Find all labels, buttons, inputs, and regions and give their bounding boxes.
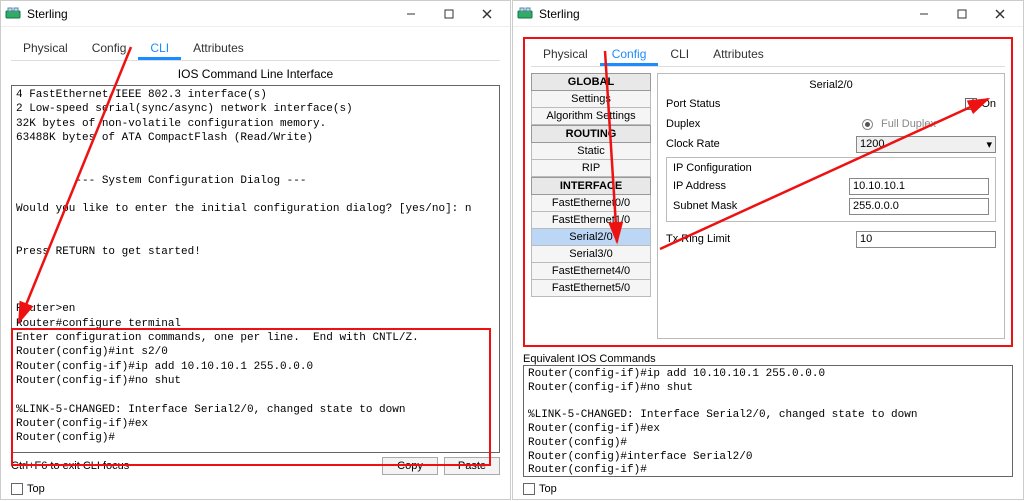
window-controls — [392, 2, 506, 26]
tab-config[interactable]: Config — [80, 37, 139, 60]
copy-button[interactable]: Copy — [382, 457, 438, 475]
tab-config[interactable]: Config — [600, 43, 659, 66]
app-icon — [517, 6, 533, 22]
sidebar-item-settings[interactable]: Settings — [531, 91, 651, 108]
minimize-button[interactable] — [392, 2, 430, 26]
cli-output[interactable]: 4 FastEthernet/IEEE 802.3 interface(s) 2… — [11, 85, 500, 453]
ip-address-input[interactable] — [849, 178, 989, 195]
window-controls — [905, 2, 1019, 26]
equivalent-commands-label: Equivalent IOS Commands — [523, 353, 1013, 365]
sidebar-cat-global: GLOBAL — [531, 73, 651, 91]
config-sidebar: GLOBAL Settings Algorithm Settings ROUTI… — [531, 73, 651, 339]
sidebar-item-rip[interactable]: RIP — [531, 160, 651, 177]
config-body: GLOBAL Settings Algorithm Settings ROUTI… — [531, 73, 1005, 339]
close-button[interactable] — [981, 2, 1019, 26]
cli-footer: Ctrl+F6 to exit CLI focus Copy Paste — [11, 453, 500, 477]
top-checkbox[interactable] — [523, 483, 535, 495]
equivalent-commands-output[interactable]: Router(config-if)#ip add 10.10.10.1 255.… — [523, 365, 1013, 477]
panel-title: Serial2/0 — [666, 78, 996, 93]
clock-rate-select[interactable]: 1200 ▾ — [856, 136, 996, 153]
sidebar-item-serial30[interactable]: Serial3/0 — [531, 246, 651, 263]
ip-address-label: IP Address — [673, 180, 773, 192]
cli-hint: Ctrl+F6 to exit CLI focus — [11, 460, 376, 472]
maximize-button[interactable] — [430, 2, 468, 26]
tab-cli[interactable]: CLI — [138, 37, 181, 60]
sidebar-cat-routing: ROUTING — [531, 125, 651, 143]
full-duplex-radio — [862, 119, 873, 130]
tab-physical[interactable]: Physical — [11, 37, 80, 60]
port-status-on-label: On — [981, 98, 996, 110]
window-title: Sterling — [539, 7, 905, 21]
window-title: Sterling — [27, 7, 392, 21]
top-checkbox-row: Top — [523, 477, 1013, 495]
tx-ring-limit-label: Tx Ring Limit — [666, 233, 766, 245]
full-duplex-label: Full Duplex — [881, 118, 936, 130]
window-content: Physical Config CLI Attributes GLOBAL Se… — [513, 27, 1023, 499]
sidebar-item-fe50[interactable]: FastEthernet5/0 — [531, 280, 651, 297]
clock-rate-label: Clock Rate — [666, 138, 766, 150]
ip-config-group: IP Configuration IP Address Subnet Mask — [666, 157, 996, 222]
tab-attributes[interactable]: Attributes — [701, 43, 776, 66]
close-button[interactable] — [468, 2, 506, 26]
top-checkbox[interactable] — [11, 483, 23, 495]
tx-ring-limit-input[interactable] — [856, 231, 996, 248]
top-label: Top — [27, 483, 45, 495]
top-label: Top — [539, 483, 557, 495]
window-sterling-cli: Sterling Physical Config CLI Attributes … — [0, 0, 511, 500]
sidebar-item-serial20[interactable]: Serial2/0 — [531, 229, 651, 246]
tabs: Physical Config CLI Attributes — [11, 37, 500, 61]
window-content: Physical Config CLI Attributes IOS Comma… — [1, 27, 510, 499]
cli-heading: IOS Command Line Interface — [11, 61, 500, 85]
sidebar-cat-interface: INTERFACE — [531, 177, 651, 195]
minimize-button[interactable] — [905, 2, 943, 26]
subnet-mask-input[interactable] — [849, 198, 989, 215]
maximize-button[interactable] — [943, 2, 981, 26]
app-icon — [5, 6, 21, 22]
paste-button[interactable]: Paste — [444, 457, 500, 475]
sidebar-item-static[interactable]: Static — [531, 143, 651, 160]
sidebar-item-algorithm-settings[interactable]: Algorithm Settings — [531, 108, 651, 125]
window-sterling-config: Sterling Physical Config CLI Attributes … — [512, 0, 1024, 500]
port-status-checkbox[interactable] — [965, 98, 977, 110]
duplex-label: Duplex — [666, 118, 766, 130]
tab-attributes[interactable]: Attributes — [181, 37, 256, 60]
titlebar: Sterling — [1, 1, 510, 27]
sidebar-item-fe40[interactable]: FastEthernet4/0 — [531, 263, 651, 280]
top-checkbox-row: Top — [11, 477, 500, 495]
titlebar: Sterling — [513, 1, 1023, 27]
tab-physical[interactable]: Physical — [531, 43, 600, 66]
subnet-mask-label: Subnet Mask — [673, 200, 773, 212]
ip-config-label: IP Configuration — [673, 162, 989, 174]
tab-cli[interactable]: CLI — [658, 43, 701, 66]
config-panel: Serial2/0 Port Status On Duplex Full Dup… — [657, 73, 1005, 339]
clock-rate-value: 1200 — [860, 138, 884, 150]
tabs: Physical Config CLI Attributes — [531, 43, 1005, 67]
sidebar-item-fe10[interactable]: FastEthernet1/0 — [531, 212, 651, 229]
port-status-label: Port Status — [666, 98, 766, 110]
sidebar-item-fe00[interactable]: FastEthernet0/0 — [531, 195, 651, 212]
annotation-box: Physical Config CLI Attributes GLOBAL Se… — [523, 37, 1013, 347]
chevron-down-icon: ▾ — [986, 138, 992, 151]
